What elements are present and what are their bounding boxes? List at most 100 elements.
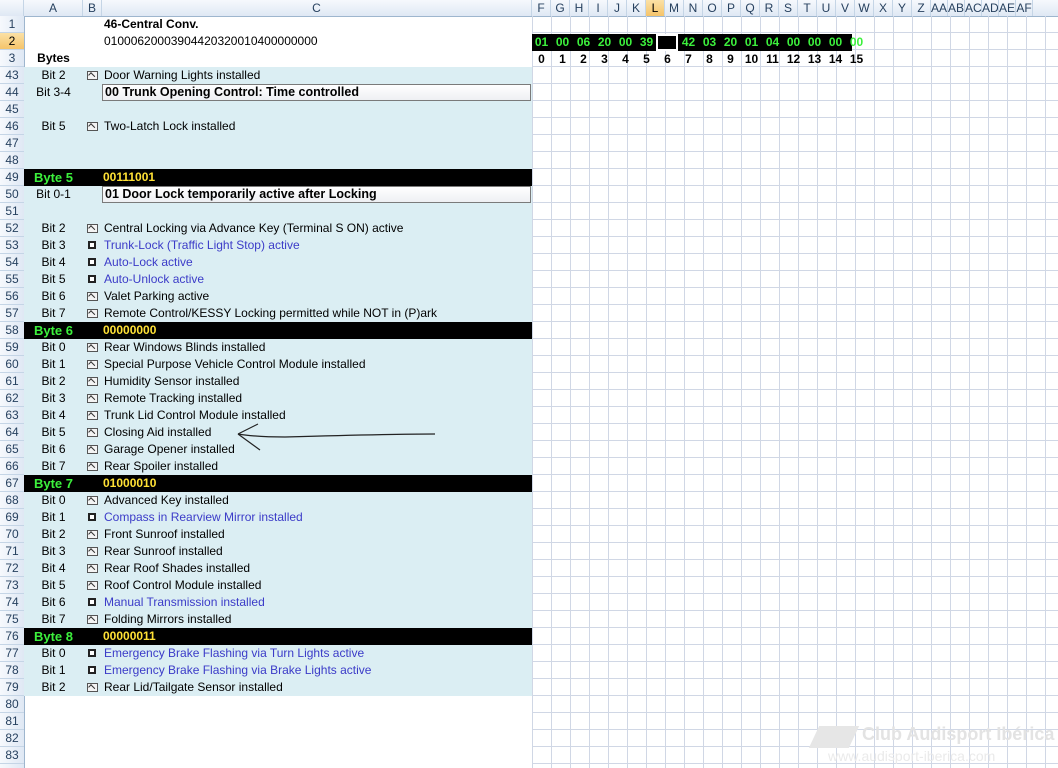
checkbox-checked-icon[interactable] (87, 122, 98, 131)
row-header-52[interactable]: 52 (0, 220, 24, 237)
row-header-65[interactable]: 65 (0, 441, 24, 458)
row-header-77[interactable]: 77 (0, 645, 24, 662)
checkbox-unchecked-icon[interactable] (88, 598, 96, 606)
checkbox-checked-icon[interactable] (87, 224, 98, 233)
checkbox-checked-icon[interactable] (87, 530, 98, 539)
row-header-63[interactable]: 63 (0, 407, 24, 424)
row-header-72[interactable]: 72 (0, 560, 24, 577)
byte-binary-value[interactable]: 00111001 (103, 169, 155, 186)
checkbox-checked-icon[interactable] (87, 292, 98, 301)
row-header-57[interactable]: 57 (0, 305, 24, 322)
column-header-a[interactable]: A (24, 0, 83, 16)
row-header-78[interactable]: 78 (0, 662, 24, 679)
column-header-h[interactable]: H (570, 0, 589, 16)
column-header-m[interactable]: M (665, 0, 684, 16)
checkbox-checked-icon[interactable] (87, 411, 98, 420)
column-header-aa[interactable]: AA (931, 0, 948, 16)
row-header-56[interactable]: 56 (0, 288, 24, 305)
column-header-v[interactable]: V (836, 0, 855, 16)
hex-byte-11[interactable]: 04 (762, 34, 783, 51)
checkbox-unchecked-icon[interactable] (88, 258, 96, 266)
column-header-s[interactable]: S (779, 0, 798, 16)
select-all-corner[interactable] (0, 0, 24, 16)
checkbox-unchecked-icon[interactable] (88, 666, 96, 674)
row-header-1[interactable]: 1 (0, 16, 24, 33)
hex-byte-1[interactable]: 00 (552, 34, 573, 51)
row-header-67[interactable]: 67 (0, 475, 24, 492)
checkbox-checked-icon[interactable] (87, 343, 98, 352)
row-header-74[interactable]: 74 (0, 594, 24, 611)
column-header-u[interactable]: U (817, 0, 836, 16)
hex-byte-8[interactable]: 03 (699, 34, 720, 51)
column-header-k[interactable]: K (627, 0, 646, 16)
hex-byte-14[interactable]: 00 (825, 34, 846, 51)
option-dropdown[interactable]: 01 Door Lock temporarily active after Lo… (102, 186, 531, 203)
column-header-p[interactable]: P (722, 0, 741, 16)
row-header-76[interactable]: 76 (0, 628, 24, 645)
row-header-45[interactable]: 45 (0, 101, 24, 118)
checkbox-checked-icon[interactable] (87, 377, 98, 386)
checkbox-checked-icon[interactable] (87, 581, 98, 590)
checkbox-checked-icon[interactable] (87, 394, 98, 403)
row-header-3[interactable]: 3 (0, 50, 24, 67)
column-header-j[interactable]: J (608, 0, 627, 16)
bytes-label[interactable]: Bytes (24, 50, 83, 67)
column-header-l[interactable]: L (646, 0, 665, 16)
hex-byte-12[interactable]: 00 (783, 34, 804, 51)
row-header-61[interactable]: 61 (0, 373, 24, 390)
hex-byte-0[interactable]: 01 (531, 34, 552, 51)
row-header-51[interactable]: 51 (0, 203, 24, 220)
hex-byte-9[interactable]: 20 (720, 34, 741, 51)
row-header-83[interactable]: 83 (0, 747, 24, 764)
checkbox-unchecked-icon[interactable] (88, 241, 96, 249)
row-header-58[interactable]: 58 (0, 322, 24, 339)
checkbox-checked-icon[interactable] (87, 615, 98, 624)
row-header-69[interactable]: 69 (0, 509, 24, 526)
checkbox-unchecked-icon[interactable] (88, 513, 96, 521)
column-header-r[interactable]: R (760, 0, 779, 16)
column-header-n[interactable]: N (684, 0, 703, 16)
checkbox-checked-icon[interactable] (87, 683, 98, 692)
module-name[interactable]: 46-Central Conv. (103, 16, 532, 33)
column-header-g[interactable]: G (551, 0, 570, 16)
hex-byte-5[interactable]: 39 (636, 34, 657, 51)
column-header-t[interactable]: T (798, 0, 817, 16)
hex-byte-4[interactable]: 00 (615, 34, 636, 51)
row-header-47[interactable]: 47 (0, 135, 24, 152)
row-header-54[interactable]: 54 (0, 254, 24, 271)
row-header-62[interactable]: 62 (0, 390, 24, 407)
checkbox-unchecked-icon[interactable] (88, 275, 96, 283)
row-header-53[interactable]: 53 (0, 237, 24, 254)
column-header-ad[interactable]: AD (982, 0, 999, 16)
checkbox-checked-icon[interactable] (87, 445, 98, 454)
row-header-82[interactable]: 82 (0, 730, 24, 747)
row-header-49[interactable]: 49 (0, 169, 24, 186)
checkbox-checked-icon[interactable] (87, 71, 98, 80)
hex-byte-6[interactable] (657, 34, 678, 51)
row-header-46[interactable]: 46 (0, 118, 24, 135)
row-header-2[interactable]: 2 (0, 33, 24, 50)
column-header-z[interactable]: Z (912, 0, 931, 16)
checkbox-checked-icon[interactable] (87, 360, 98, 369)
row-header-50[interactable]: 50 (0, 186, 24, 203)
column-header-q[interactable]: Q (741, 0, 760, 16)
option-dropdown[interactable]: 00 Trunk Opening Control: Time controlle… (102, 84, 531, 101)
checkbox-unchecked-icon[interactable] (88, 649, 96, 657)
column-header-y[interactable]: Y (893, 0, 912, 16)
column-header-i[interactable]: I (589, 0, 608, 16)
empty-grid-area[interactable] (532, 16, 1058, 768)
row-header-60[interactable]: 60 (0, 356, 24, 373)
checkbox-checked-icon[interactable] (87, 462, 98, 471)
row-header-73[interactable]: 73 (0, 577, 24, 594)
row-header-75[interactable]: 75 (0, 611, 24, 628)
column-header-af[interactable]: AF (1016, 0, 1033, 16)
row-header-59[interactable]: 59 (0, 339, 24, 356)
column-header-o[interactable]: O (703, 0, 722, 16)
row-header-55[interactable]: 55 (0, 271, 24, 288)
row-header-43[interactable]: 43 (0, 67, 24, 84)
row-header-64[interactable]: 64 (0, 424, 24, 441)
column-header-ac[interactable]: AC (965, 0, 982, 16)
row-header-71[interactable]: 71 (0, 543, 24, 560)
column-header-x[interactable]: X (874, 0, 893, 16)
checkbox-checked-icon[interactable] (87, 564, 98, 573)
